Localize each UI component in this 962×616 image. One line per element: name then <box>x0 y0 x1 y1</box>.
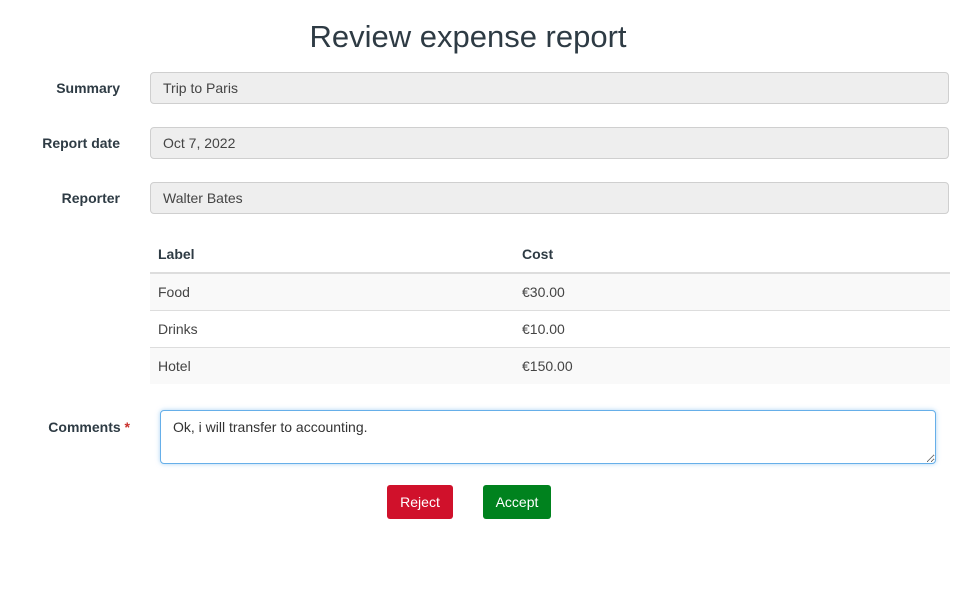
column-header-label: Label <box>150 236 514 274</box>
report-date-field: Oct 7, 2022 <box>150 127 949 159</box>
expense-label-cell: Drinks <box>150 310 514 348</box>
summary-label: Summary <box>56 80 120 96</box>
expense-cost-cell: €30.00 <box>514 273 950 311</box>
comments-label: Comments * <box>48 419 130 435</box>
summary-field: Trip to Paris <box>150 72 949 104</box>
expense-label-cell: Food <box>150 273 514 311</box>
expense-cost-cell: €10.00 <box>514 310 950 348</box>
accept-button[interactable]: Accept <box>483 485 551 519</box>
table-header-row: Label Cost <box>150 236 950 274</box>
expense-label-cell: Hotel <box>150 347 514 384</box>
reporter-field: Walter Bates <box>150 182 949 214</box>
table-row: Hotel €150.00 <box>150 347 950 384</box>
reject-button[interactable]: Reject <box>387 485 453 519</box>
expenses-table: Label Cost Food €30.00 Drinks €10.00 Hot… <box>150 236 950 384</box>
required-marker: * <box>124 419 130 435</box>
table-row: Food €30.00 <box>150 273 950 311</box>
column-header-cost: Cost <box>514 236 950 274</box>
expense-review-page: Review expense report Summary Trip to Pa… <box>0 0 962 616</box>
comments-label-text: Comments <box>48 419 121 435</box>
reporter-label: Reporter <box>61 190 120 206</box>
comments-textarea[interactable]: Ok, i will transfer to accounting. <box>160 410 936 464</box>
report-date-label: Report date <box>42 135 120 151</box>
page-title: Review expense report <box>309 19 627 54</box>
table-row: Drinks €10.00 <box>150 310 950 348</box>
expense-cost-cell: €150.00 <box>514 347 950 384</box>
